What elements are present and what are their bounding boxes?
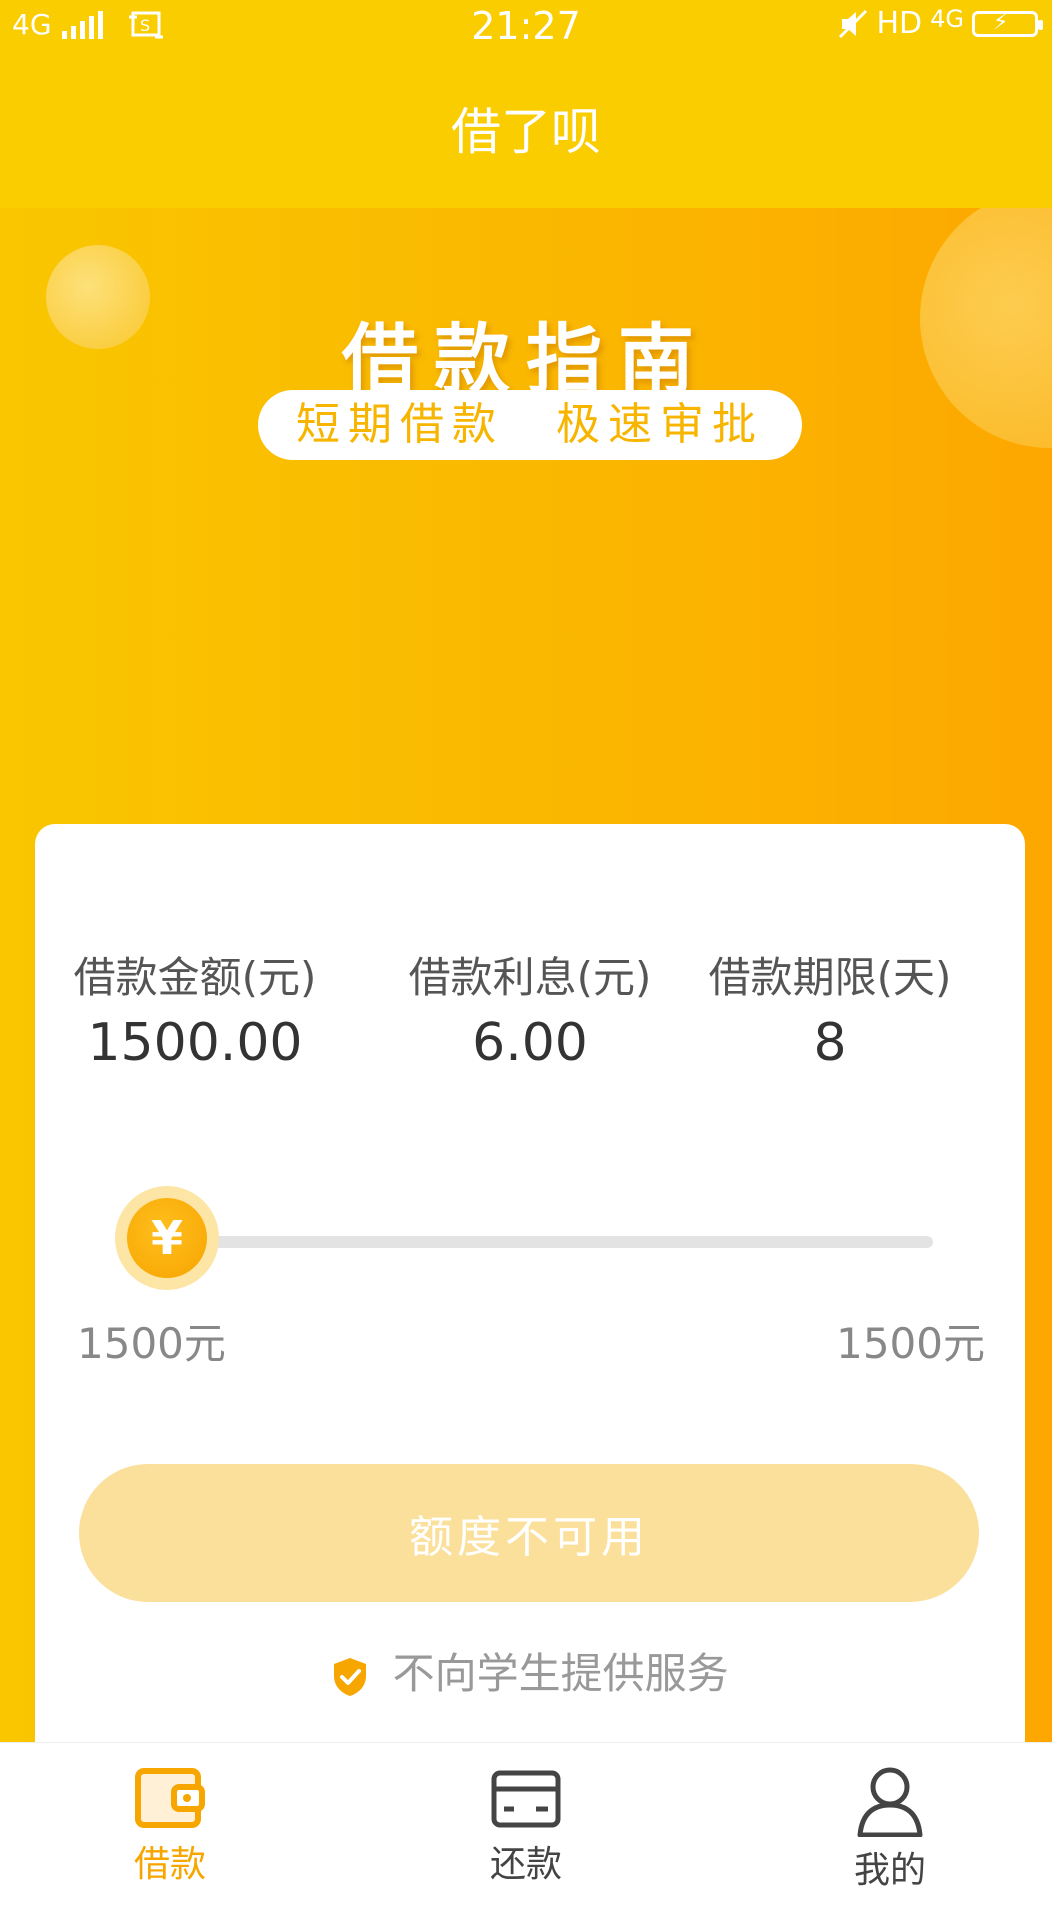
yuan-icon: ¥ [127,1198,207,1278]
mute-icon [839,9,868,38]
tab-repay[interactable]: 还款 [426,1765,626,1887]
slider-min-label: 1500元 [77,1319,226,1368]
student-notice-text: 不向学生提供服务 [392,1649,729,1698]
stat-term-label: 借款期限(天) [708,953,952,1002]
status-bar: 4G S 21:27 HD 4G ⚡ [0,0,1052,56]
tab-repay-label: 还款 [489,1844,562,1885]
limit-unavailable-button[interactable]: 额度不可用 [79,1464,979,1602]
battery-icon: ⚡ [972,10,1043,37]
guide-subtitle: 短期借款 极速审批 [258,390,802,460]
banner: 借款指南 短期借款 极速审批 借款金额(元) 1500.00 借款利息(元) 6… [0,208,1052,1742]
loan-card: 借款金额(元) 1500.00 借款利息(元) 6.00 借款期限(天) 8 ¥… [35,824,1025,1742]
stat-amount: 借款金额(元) 1500.00 [45,944,345,1073]
amount-slider-track[interactable] [205,1236,933,1248]
stat-interest-value: 6.00 [472,1013,588,1073]
nav-bar: 借了呗 [0,56,1052,208]
shield-check-icon [334,1657,367,1696]
tab-borrow[interactable]: 借款 [70,1765,270,1887]
hd-label: HD [876,6,923,41]
stat-amount-value: 1500.00 [87,1013,303,1073]
card-icon [491,1770,561,1828]
page-title: 借了呗 [451,103,601,161]
stat-interest: 借款利息(元) 6.00 [380,944,680,1073]
slider-max-label: 1500元 [836,1319,985,1368]
stat-term: 借款期限(天) 8 [680,944,980,1073]
tab-mine[interactable]: 我的 [790,1765,990,1893]
stat-term-value: 8 [813,1013,847,1073]
stat-interest-label: 借款利息(元) [408,953,652,1002]
tab-bar: 借款 还款 我的 [0,1742,1052,1911]
user-icon [857,1767,923,1837]
student-notice: 不向学生提供服务 [35,1640,1025,1701]
stat-amount-label: 借款金额(元) [73,953,317,1002]
status-right: HD 4G ⚡ [838,4,1043,41]
tab-borrow-label: 借款 [133,1844,206,1885]
tab-mine-label: 我的 [853,1850,926,1891]
wallet-icon [135,1768,205,1828]
network-type-right: 4G [930,4,964,33]
amount-slider-handle[interactable]: ¥ [115,1186,219,1290]
